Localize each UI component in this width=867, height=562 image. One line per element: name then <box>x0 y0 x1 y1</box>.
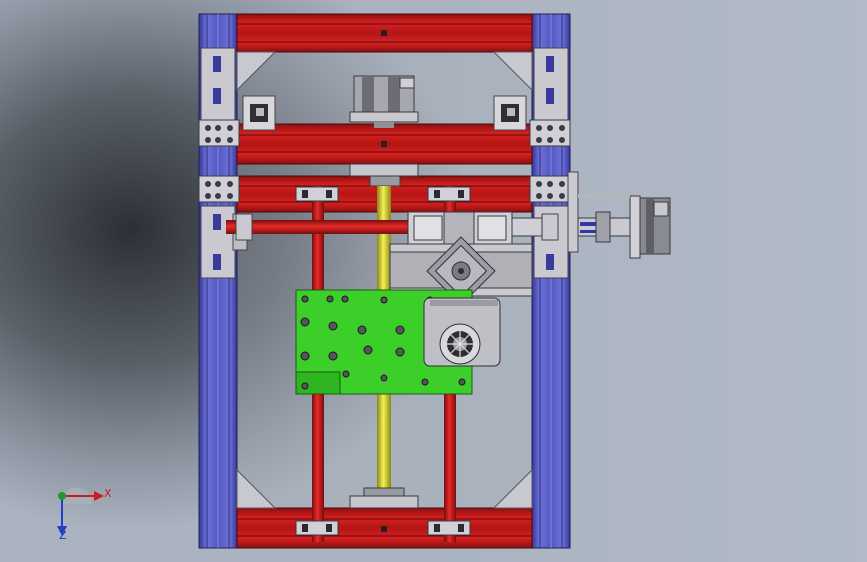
left-endstop-block <box>242 95 276 131</box>
upper-crossbar <box>236 123 533 165</box>
side-stepper-motor <box>577 194 671 259</box>
left-upper-bracket <box>200 47 236 121</box>
axis-triad: X Z <box>48 480 118 544</box>
x-rod-end-right <box>541 213 559 241</box>
right-upper-bracket <box>533 47 569 121</box>
extruder-housing <box>423 297 501 367</box>
printer-assembly-model[interactable] <box>0 0 867 562</box>
x-rod-end-left <box>235 213 253 241</box>
right-endstop-block <box>493 95 527 131</box>
cad-viewport[interactable]: X Z <box>0 0 867 562</box>
z-axis-label: Z <box>59 529 67 542</box>
x-axis-label: X <box>104 487 112 500</box>
bottom-crossbar <box>236 507 533 549</box>
top-crossbar <box>236 13 533 53</box>
top-stepper-motor <box>349 75 419 128</box>
